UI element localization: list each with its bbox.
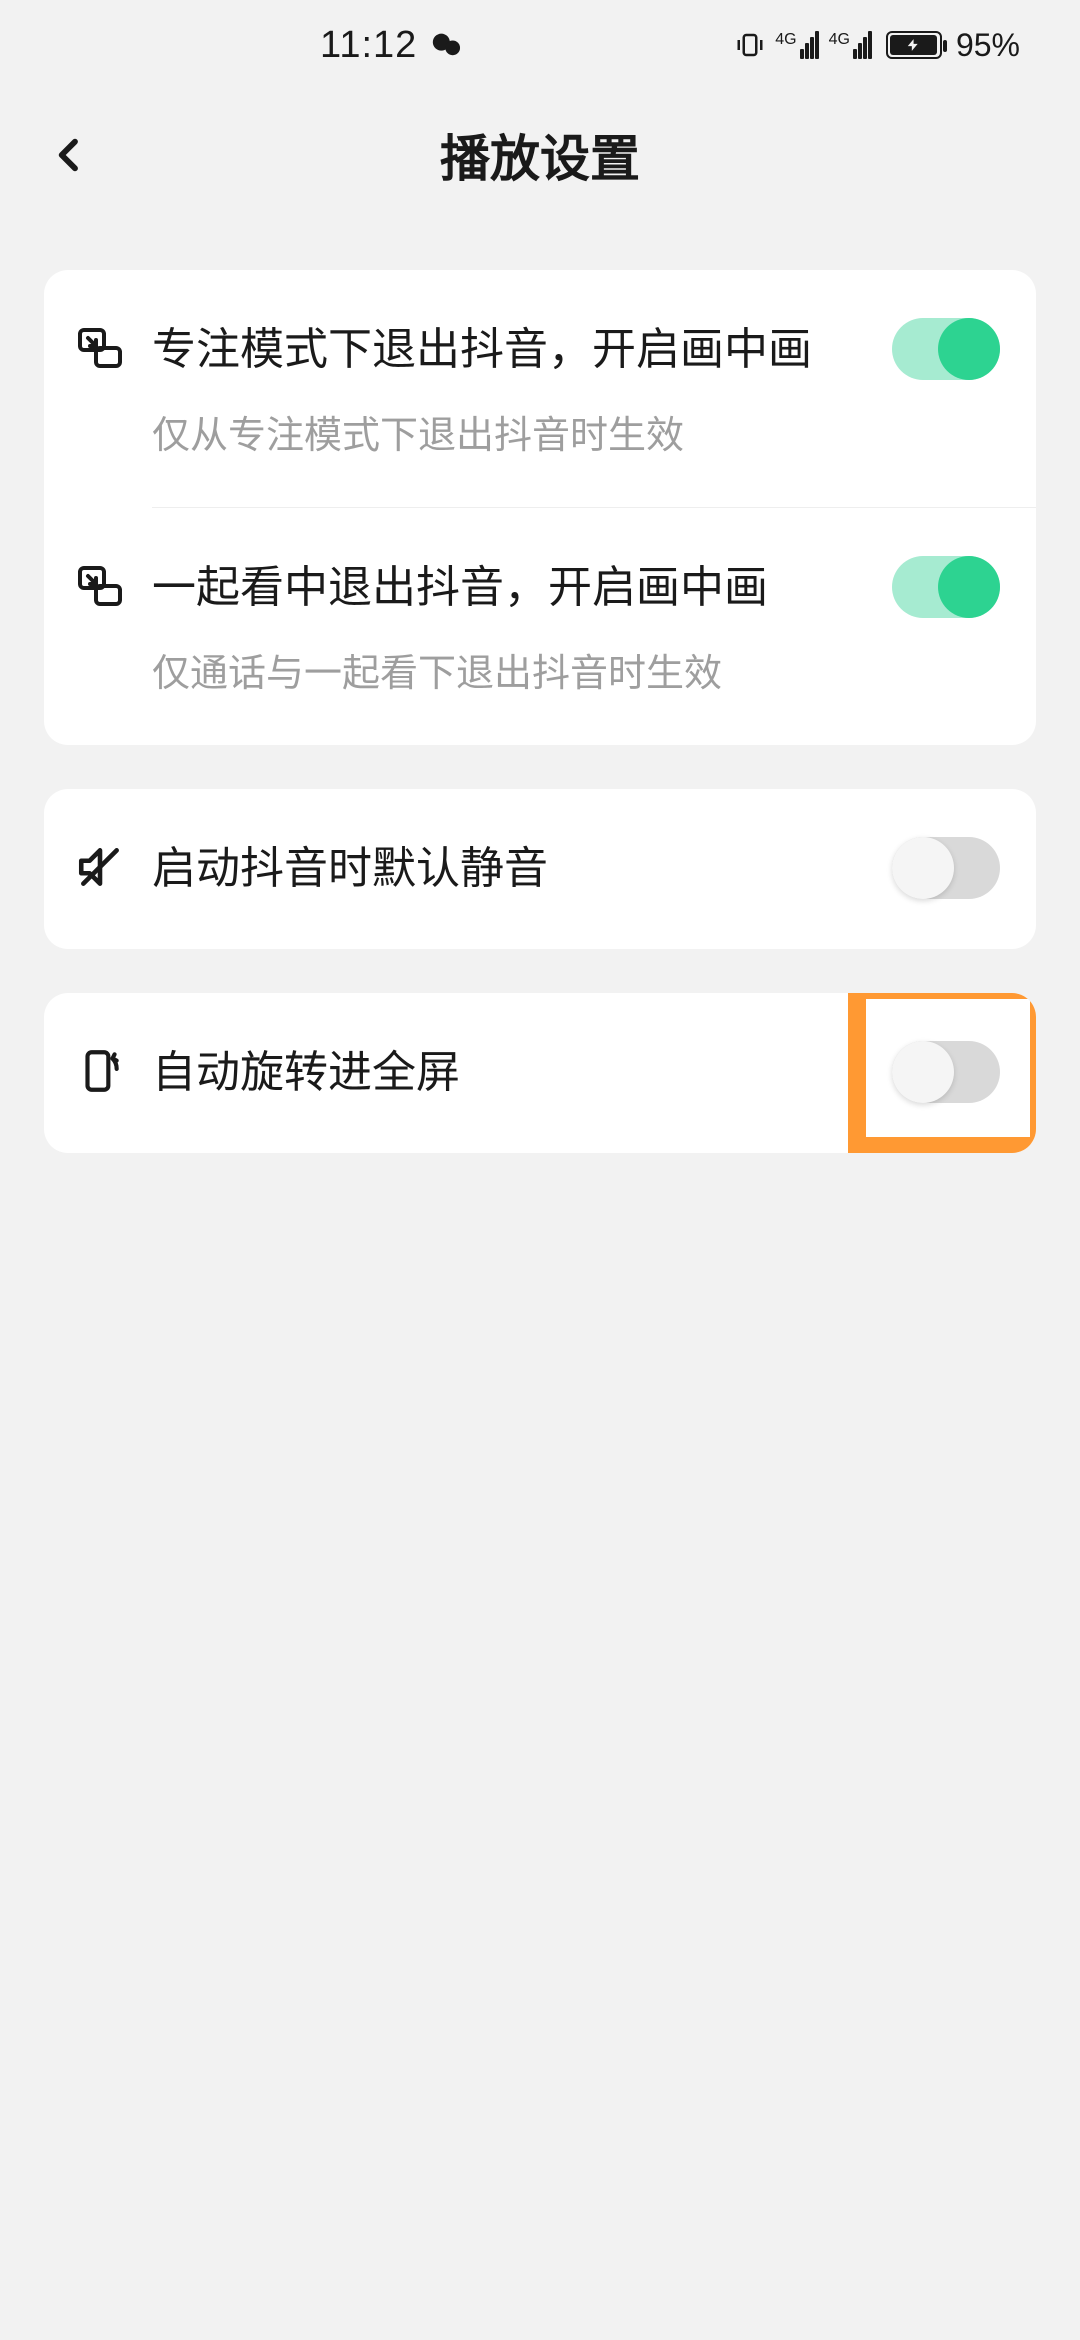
setting-title: 启动抖音时默认静音 [152,837,872,901]
battery-icon [886,31,942,59]
setting-desc: 仅从专注模式下退出抖音时生效 [152,410,872,463]
signal-2: 4G [829,31,872,59]
mute-icon [72,839,128,895]
setting-title: 自动旋转进全屏 [152,1041,872,1105]
page-title: 播放设置 [440,119,640,191]
setting-item-auto-rotate[interactable]: 自动旋转进全屏 [44,993,1036,1153]
setting-item-watch-together-pip[interactable]: 一起看中退出抖音，开启画中画 仅通话与一起看下退出抖音时生效 [44,508,1036,745]
wechat-icon [429,27,465,63]
setting-desc: 仅通话与一起看下退出抖音时生效 [152,648,872,701]
signal-1: 4G [775,31,818,59]
signal-2-label: 4G [829,31,850,49]
status-time: 11:12 [320,24,417,67]
nav-bar: 播放设置 [0,90,1080,220]
setting-item-default-mute[interactable]: 启动抖音时默认静音 [44,789,1036,949]
setting-title: 一起看中退出抖音，开启画中画 [152,556,872,620]
settings-group-rotate: 自动旋转进全屏 [44,993,1036,1153]
settings-content: 专注模式下退出抖音，开启画中画 仅从专注模式下退出抖音时生效 一起看中退出抖音，… [0,220,1080,1153]
toggle-watch-together-pip[interactable] [892,556,1000,618]
setting-item-focus-pip[interactable]: 专注模式下退出抖音，开启画中画 仅从专注模式下退出抖音时生效 [44,270,1036,507]
back-button[interactable] [40,125,100,185]
pip-icon [72,558,128,614]
setting-title: 专注模式下退出抖音，开启画中画 [152,318,872,382]
toggle-auto-rotate[interactable] [892,1041,1000,1103]
signal-1-label: 4G [775,31,796,49]
status-right: 4G 4G 95% [735,27,1020,64]
pip-icon [72,320,128,376]
battery-percent: 95% [956,27,1020,64]
toggle-focus-pip[interactable] [892,318,1000,380]
rotate-icon [72,1043,128,1099]
settings-group-pip: 专注模式下退出抖音，开启画中画 仅从专注模式下退出抖音时生效 一起看中退出抖音，… [44,270,1036,745]
status-bar: 11:12 4G 4G 95% [0,0,1080,90]
status-left: 11:12 [320,24,465,67]
toggle-default-mute[interactable] [892,837,1000,899]
settings-group-mute: 启动抖音时默认静音 [44,789,1036,949]
vibrate-icon [735,30,765,60]
